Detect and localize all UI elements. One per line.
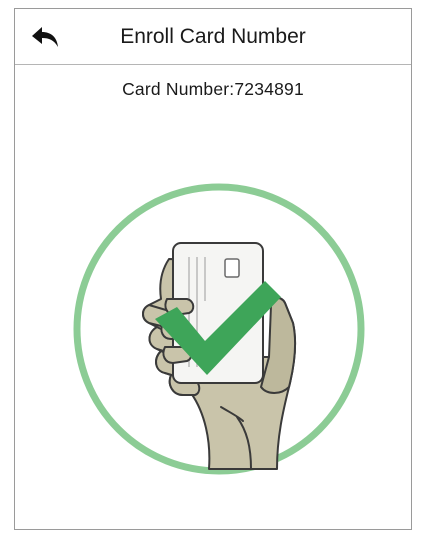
title-bar: Enroll Card Number: [15, 9, 411, 65]
card-number-text: Card Number:7234891: [122, 79, 304, 99]
back-button[interactable]: [25, 21, 65, 53]
card-enrolled-illustration: [73, 183, 365, 475]
back-arrow-icon: [32, 27, 58, 47]
enroll-card-screen: Enroll Card Number Card Number:7234891: [14, 8, 412, 530]
page-title: Enroll Card Number: [120, 25, 306, 48]
